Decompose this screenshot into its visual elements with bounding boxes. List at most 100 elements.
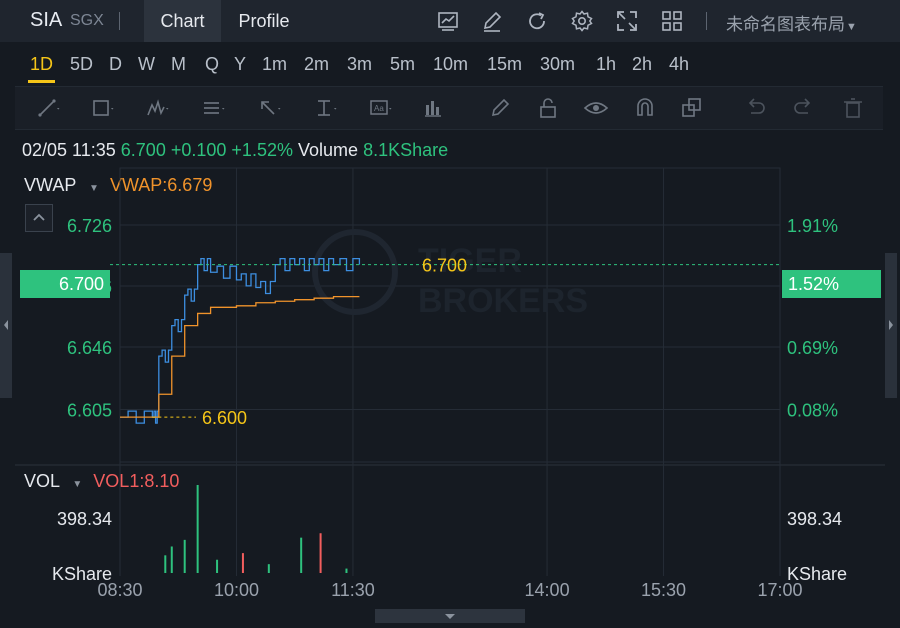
current-price-line-label: 6.700 bbox=[422, 256, 467, 276]
pattern-tool-icon[interactable] bbox=[145, 95, 171, 121]
text-tool-icon[interactable]: Aa bbox=[368, 95, 394, 121]
current-pct-badge-right: 1.52% bbox=[782, 270, 881, 298]
volume-bar bbox=[170, 546, 173, 573]
tab-chart[interactable]: Chart bbox=[144, 0, 221, 42]
chevron-down-icon: ▼ bbox=[846, 21, 857, 33]
fibonacci-tool-icon[interactable] bbox=[201, 95, 227, 121]
interval-2h[interactable]: 2h bbox=[632, 54, 652, 75]
quote-change: +0.100 bbox=[170, 140, 227, 160]
indicator-name: VWAP bbox=[24, 175, 77, 195]
bar-pattern-icon[interactable] bbox=[422, 95, 448, 121]
interval-1h[interactable]: 1h bbox=[596, 54, 616, 75]
divider bbox=[119, 12, 120, 30]
undo-icon[interactable] bbox=[743, 95, 769, 121]
measure-tool-icon[interactable] bbox=[313, 95, 339, 121]
collapse-button[interactable] bbox=[25, 204, 53, 232]
time-tick-label: 10:00 bbox=[214, 580, 259, 600]
interval-d[interactable]: D bbox=[109, 54, 122, 75]
interval-4h[interactable]: 4h bbox=[669, 54, 689, 75]
current-price-badge-left: 6.700 bbox=[20, 270, 110, 298]
watermark-text: TIGER bbox=[418, 242, 522, 280]
rectangle-tool-icon[interactable] bbox=[90, 95, 116, 121]
open-price-label: 6.600 bbox=[202, 408, 247, 428]
lock-icon[interactable] bbox=[535, 95, 561, 121]
top-bar: SIA SGX Chart Profile 未命名图表布局▼ bbox=[0, 0, 900, 42]
axis-labels: 6.7261.91%6.6861.30%6.6460.69%6.6050.08%… bbox=[52, 216, 847, 600]
interval-10m[interactable]: 10m bbox=[433, 54, 468, 75]
edit-icon[interactable] bbox=[480, 9, 504, 33]
volume-bar bbox=[196, 485, 199, 573]
chevron-left-icon bbox=[4, 320, 8, 330]
quote-datetime: 02/05 11:35 bbox=[22, 140, 116, 160]
interval-5m[interactable]: 5m bbox=[390, 54, 415, 75]
exchange-label: SGX bbox=[70, 12, 104, 29]
price-pane-frame bbox=[119, 167, 781, 463]
eye-icon[interactable] bbox=[583, 95, 609, 121]
interval-15m[interactable]: 15m bbox=[487, 54, 522, 75]
grid-layout-icon[interactable] bbox=[660, 9, 684, 33]
volume-bar bbox=[216, 559, 219, 573]
interval-m[interactable]: M bbox=[171, 54, 186, 75]
layout-selector[interactable]: 未命名图表布局▼ bbox=[726, 10, 857, 35]
symbol-name[interactable]: SIA bbox=[30, 9, 62, 32]
chevron-down-icon bbox=[445, 614, 455, 619]
arrow-tool-icon[interactable] bbox=[257, 95, 283, 121]
time-tick-label: 14:00 bbox=[525, 580, 570, 600]
interval-y[interactable]: Y bbox=[234, 54, 246, 75]
left-panel-toggle[interactable] bbox=[0, 253, 12, 398]
line-tool-icon[interactable] bbox=[36, 95, 62, 121]
interval-q[interactable]: Q bbox=[205, 54, 219, 75]
indicator-selector[interactable]: VWAP ▼ VWAP:6.679 bbox=[24, 175, 212, 196]
right-panel-toggle[interactable] bbox=[885, 253, 897, 398]
interval-w[interactable]: W bbox=[138, 54, 155, 75]
volume-label: Volume bbox=[298, 140, 359, 160]
volume-bar bbox=[345, 568, 348, 573]
interval-1m[interactable]: 1m bbox=[262, 54, 287, 75]
price-tick-label: 6.726 bbox=[67, 216, 112, 236]
price-lines: 6.700 6.600 bbox=[110, 256, 782, 428]
chevron-right-icon bbox=[889, 320, 893, 330]
svg-text:Aa: Aa bbox=[374, 104, 384, 113]
active-interval-indicator bbox=[28, 80, 55, 83]
refresh-icon[interactable] bbox=[525, 9, 549, 33]
price-line bbox=[120, 257, 361, 424]
interval-3m[interactable]: 3m bbox=[347, 54, 372, 75]
interval-2m[interactable]: 2m bbox=[304, 54, 329, 75]
caret-down-icon: ▼ bbox=[72, 479, 83, 490]
price-tick-label: 6.605 bbox=[67, 401, 112, 421]
interval-bar: 1D 5D D W M Q Y 1m 2m 3m 5m 10m 15m 30m 1h 2h 4h bbox=[0, 42, 900, 86]
volume-bar bbox=[241, 553, 244, 573]
volume-bar bbox=[300, 537, 303, 573]
interval-1d[interactable]: 1D bbox=[30, 54, 53, 75]
interval-30m[interactable]: 30m bbox=[540, 54, 575, 75]
watermark: TIGERBROKERS bbox=[312, 229, 588, 320]
pct-tick-label: 1.91% bbox=[787, 216, 838, 236]
pencil-icon[interactable] bbox=[487, 95, 513, 121]
volume-tick-label: 398.34 bbox=[787, 509, 842, 529]
divider bbox=[706, 12, 707, 30]
time-tick-label: 11:30 bbox=[331, 580, 375, 600]
volume-indicator-value: VOL1:8.10 bbox=[93, 471, 180, 491]
volume-indicator-selector[interactable]: VOL ▼ VOL1:8.10 bbox=[24, 471, 179, 492]
chart-settings-icon[interactable] bbox=[436, 9, 460, 33]
chevron-up-icon bbox=[33, 213, 45, 221]
volume-bars bbox=[164, 485, 348, 573]
drawing-toolbar: Aa bbox=[15, 86, 883, 130]
pct-tick-label: 0.69% bbox=[787, 338, 838, 358]
quote-change-pct: +1.52% bbox=[231, 140, 293, 160]
price-tick-label: 6.646 bbox=[67, 338, 112, 358]
volume-tick-label: 398.34 bbox=[57, 509, 112, 529]
interval-5d[interactable]: 5D bbox=[70, 54, 93, 75]
magnet-icon[interactable] bbox=[632, 95, 658, 121]
gear-icon[interactable] bbox=[570, 9, 594, 33]
quote-price: 6.700 bbox=[120, 140, 166, 160]
fullscreen-icon[interactable] bbox=[615, 9, 639, 33]
tab-profile[interactable]: Profile bbox=[221, 0, 307, 42]
indicator-value: VWAP:6.679 bbox=[109, 175, 213, 195]
layout-name: 未命名图表布局 bbox=[726, 15, 845, 34]
caret-down-icon: ▼ bbox=[89, 183, 99, 194]
bottom-panel-toggle[interactable] bbox=[375, 609, 525, 623]
trash-icon[interactable] bbox=[840, 95, 866, 121]
redo-icon[interactable] bbox=[790, 95, 816, 121]
layers-icon[interactable] bbox=[679, 95, 705, 121]
